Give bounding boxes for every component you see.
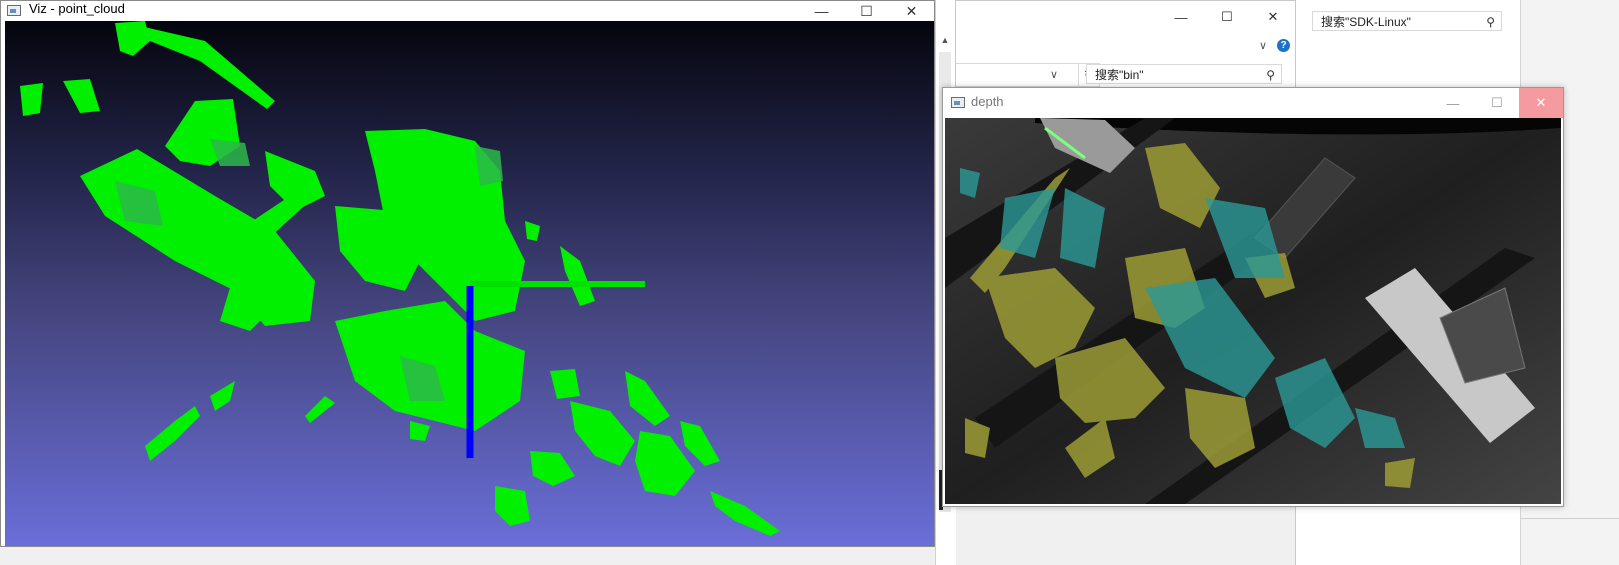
point-cluster [495, 486, 530, 526]
point-cluster [570, 401, 635, 466]
window-title: depth [971, 94, 1004, 109]
window-caption-buttons: — ☐ ✕ [1431, 88, 1563, 118]
search-input-bin[interactable]: 搜索"bin" ⚲ [1086, 64, 1282, 84]
search-icon: ⚲ [1266, 68, 1275, 82]
point-cluster [115, 21, 150, 56]
point-cluster [210, 381, 235, 411]
scroll-up-arrow[interactable]: ▲ [939, 34, 951, 46]
point-cluster [560, 246, 595, 306]
help-icon[interactable]: ? [1277, 39, 1290, 52]
expand-ribbon-icon[interactable]: ∨ [1259, 39, 1267, 52]
point-cloud-viewport[interactable] [5, 21, 934, 546]
point-cluster [550, 369, 580, 399]
point-cluster [410, 421, 430, 441]
point-cloud-points [20, 21, 780, 536]
viz-point-cloud-window: Viz - point_cloud — ☐ ✕ [0, 0, 935, 547]
point-cluster [145, 406, 200, 461]
minimize-button[interactable]: — [799, 1, 844, 21]
minimize-button[interactable]: — [1158, 1, 1204, 33]
point-cluster [710, 491, 780, 536]
title-bar[interactable]: Viz - point_cloud — ☐ ✕ [1, 1, 934, 21]
search-icon: ⚲ [1486, 15, 1495, 29]
point-cloud-render [20, 21, 780, 536]
overlay-region [1385, 458, 1415, 488]
close-button[interactable]: ✕ [1519, 88, 1563, 118]
maximize-button[interactable]: ☐ [1204, 1, 1250, 33]
chevron-down-icon[interactable]: ∨ [1050, 68, 1058, 81]
point-cluster [63, 79, 100, 113]
point-cluster [525, 221, 540, 241]
title-bar[interactable]: depth — ☐ ✕ [943, 88, 1563, 118]
search-placeholder: 搜索"bin" [1095, 68, 1144, 82]
point-cluster [530, 451, 575, 486]
depth-image-render [945, 118, 1561, 504]
ribbon-controls: ∨ ? [1259, 39, 1290, 52]
explorer-window-bin: — ☐ ✕ ∨ ? ∨ ↻ 搜索"bin" ⚲ [955, 0, 1297, 92]
window-app-icon [951, 97, 965, 108]
window-caption-buttons: — ☐ ✕ [1158, 1, 1296, 35]
divider [1521, 518, 1619, 519]
point-cluster [625, 371, 670, 426]
search-placeholder: 搜索"SDK-Linux" [1321, 15, 1411, 29]
point-cluster [365, 129, 525, 321]
window-caption-buttons: — ☐ ✕ [799, 1, 934, 21]
search-input-sdk-linux[interactable]: 搜索"SDK-Linux" ⚲ [1312, 11, 1502, 31]
maximize-button[interactable]: ☐ [844, 1, 889, 21]
point-cluster [305, 396, 335, 423]
window-title: Viz - point_cloud [29, 1, 125, 16]
point-cluster [140, 26, 275, 109]
point-cluster [20, 83, 43, 116]
window-app-icon [7, 5, 21, 16]
minimize-button[interactable]: — [1431, 88, 1475, 118]
maximize-button[interactable]: ☐ [1475, 88, 1519, 118]
depth-image-viewport[interactable] [945, 118, 1561, 504]
depth-window: depth — ☐ ✕ [942, 87, 1564, 507]
address-bar[interactable]: ∨ [956, 63, 1079, 87]
close-button[interactable]: ✕ [889, 1, 934, 21]
close-button[interactable]: ✕ [1250, 1, 1296, 33]
